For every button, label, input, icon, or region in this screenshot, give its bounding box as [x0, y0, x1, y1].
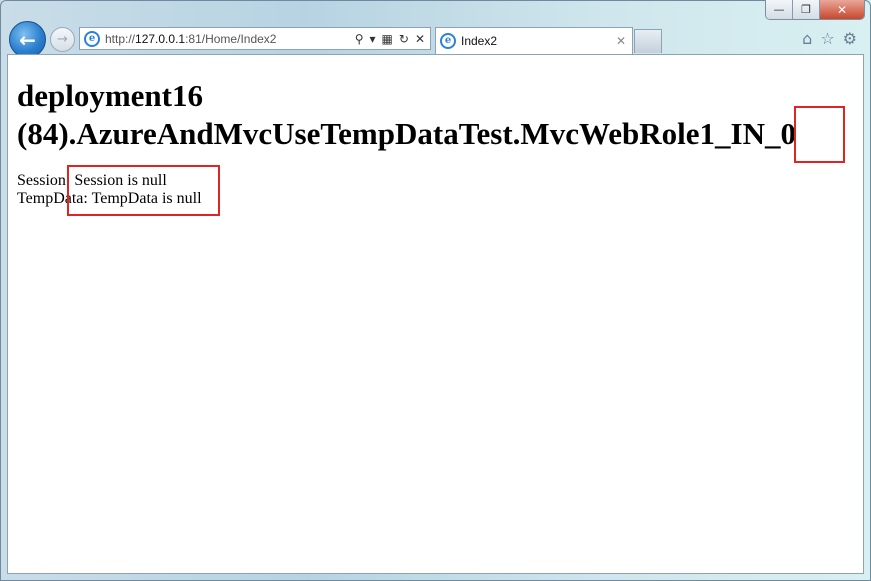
forward-arrow-icon: →: [57, 32, 68, 47]
url-scheme: http://: [105, 31, 136, 46]
ie-logo-icon: e: [84, 30, 100, 47]
settings-gear-icon[interactable]: ⚙: [843, 29, 857, 48]
toolbar-icons: ⌂ ☆ ⚙: [802, 29, 857, 48]
search-icon[interactable]: ⚲: [355, 32, 364, 46]
back-button[interactable]: ←: [9, 21, 46, 58]
dropdown-icon[interactable]: ▾: [370, 32, 376, 46]
maximize-icon[interactable]: ❐: [793, 0, 820, 19]
tab-favicon-icon: e: [440, 33, 456, 49]
forward-button[interactable]: →: [50, 27, 75, 52]
address-bar[interactable]: e http://127.0.0.1:81/Home/Index2 ⚲ ▾ ▦ …: [79, 27, 431, 50]
favorites-star-icon[interactable]: ☆: [820, 29, 834, 48]
refresh-icon[interactable]: ↻: [399, 32, 409, 46]
session-label: Session:: [17, 172, 71, 189]
close-window-icon[interactable]: ✕: [820, 0, 864, 19]
back-arrow-icon: ←: [19, 27, 36, 52]
stop-icon[interactable]: ✕: [415, 32, 425, 46]
url-host: 127.0.0.1: [135, 31, 186, 46]
page-content: deployment16 (84).AzureAndMvcUseTempData…: [7, 54, 864, 574]
annotation-box-instance-suffix: [794, 106, 845, 163]
window-controls: — ❐ ✕: [765, 0, 865, 20]
new-tab-button[interactable]: [634, 29, 662, 53]
page-title: deployment16 (84).AzureAndMvcUseTempData…: [17, 78, 796, 151]
annotation-box-null-values: [67, 165, 220, 216]
tab-close-icon[interactable]: ✕: [616, 34, 626, 48]
minimize-icon[interactable]: —: [766, 0, 793, 19]
home-icon[interactable]: ⌂: [802, 29, 812, 48]
address-tools: ⚲ ▾ ▦ ↻ ✕: [355, 32, 425, 46]
url-path: :81/Home/Index2: [185, 31, 277, 46]
compatibility-view-icon[interactable]: ▦: [382, 32, 393, 46]
tab-index2[interactable]: e Index2 ✕: [435, 27, 633, 54]
url-text[interactable]: http://127.0.0.1:81/Home/Index2: [105, 32, 355, 46]
tab-title: Index2: [461, 34, 498, 48]
